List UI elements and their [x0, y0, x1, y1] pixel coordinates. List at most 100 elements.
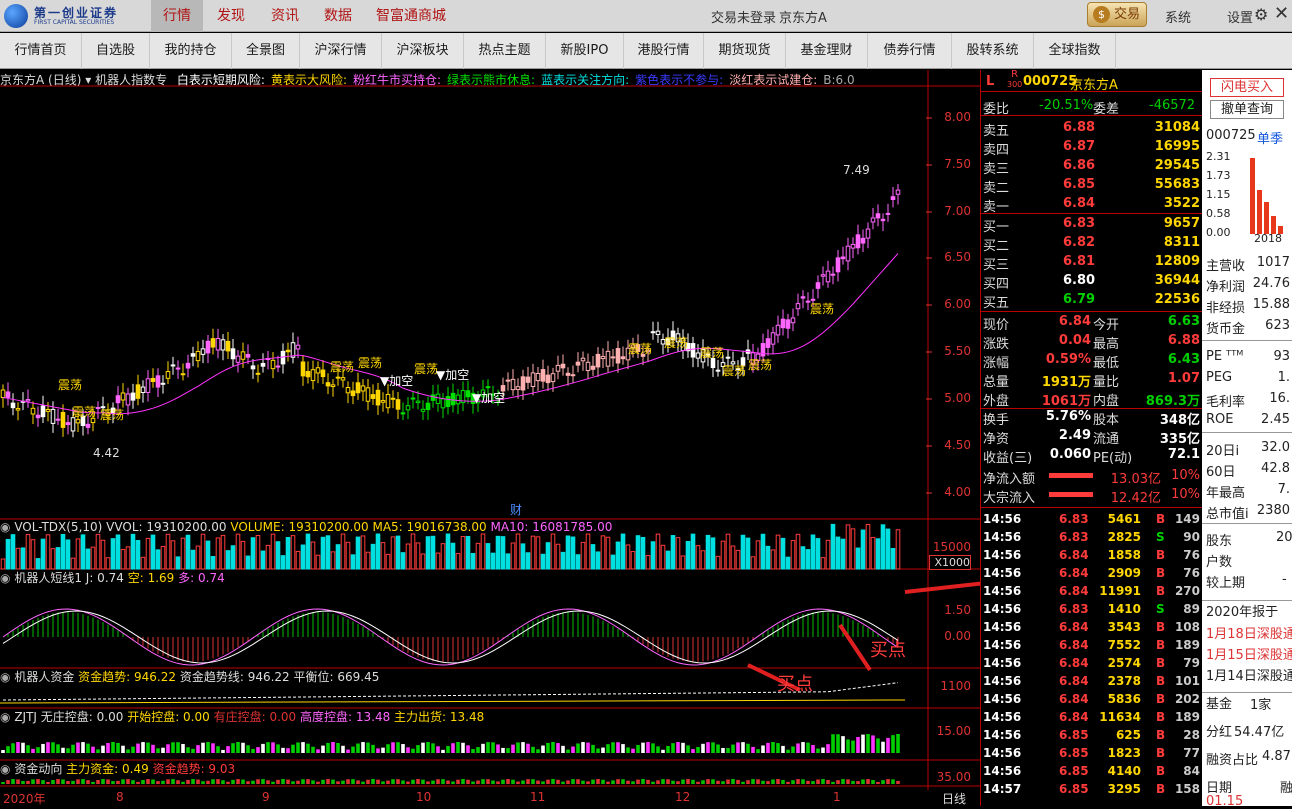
tick-count: 76 [1183, 566, 1200, 580]
quote-row[interactable]: 卖五 6.88 31084 [981, 119, 1203, 139]
f10-item-label: ROE [1206, 412, 1234, 427]
candle-body [415, 400, 421, 404]
zjtj-bar [821, 747, 825, 753]
zjtj-name[interactable]: ZJTJ [14, 710, 37, 724]
nav-market-home[interactable]: 行情首页 [0, 33, 82, 69]
fundflow-bar [446, 780, 450, 784]
f10-report[interactable]: 2020年报于 [1202, 600, 1292, 620]
period-selector[interactable]: 日线 [942, 790, 966, 807]
quote-row-volume: 16995 [1154, 139, 1200, 154]
fundflow-name[interactable]: 资金动向 [14, 762, 62, 776]
f10-notice-2[interactable]: 1月15日深股通 [1206, 644, 1292, 663]
tick-volume: 2909 [1107, 566, 1141, 580]
settings-icon[interactable]: ◉ [0, 571, 10, 585]
nav-futures[interactable]: 期货现货 [704, 33, 786, 69]
chart-canvas[interactable] [0, 70, 980, 806]
annotation-add-short: ▼加空 [436, 368, 470, 382]
quote-row[interactable]: 买三 6.81 12809 [981, 253, 1203, 273]
fundflow-bar [686, 779, 690, 784]
zjtj-bar [361, 742, 365, 753]
f10-fund-label: 基金 [1202, 692, 1292, 712]
robot-ytick-high: 1.50 [944, 603, 971, 617]
nav-ipo[interactable]: 新股IPO [546, 33, 624, 69]
topnav-mall[interactable]: 智富通商城 [369, 0, 453, 32]
volume-bar [640, 536, 646, 570]
nav-panorama[interactable]: 全景图 [232, 33, 300, 69]
nav-global[interactable]: 全球指数 [1034, 33, 1116, 69]
topnav-faxian[interactable]: 发现 [207, 0, 255, 32]
system-menu[interactable]: 系统 [1165, 7, 1191, 26]
fundflow-bar [351, 779, 355, 784]
indicator-name[interactable]: 机器人指数专 [95, 73, 167, 87]
annotation-zhendang: 震荡 [72, 405, 97, 419]
chart-title[interactable]: 京东方A (日线) [0, 73, 81, 87]
volume-bar [775, 534, 781, 570]
nav-watchlist[interactable]: 自选股 [82, 33, 150, 69]
chart-area[interactable] [0, 70, 980, 806]
f10-item-value: 2.45 [1261, 412, 1290, 427]
zjtj-bar [791, 746, 795, 753]
indicator-toggle-icon[interactable]: ▾ [85, 73, 95, 87]
app-logo[interactable]: 第一创业证券 FIRST CAPITAL SECURITIES [4, 3, 144, 29]
volume-bar [160, 545, 166, 570]
topnav-zixun[interactable]: 资讯 [261, 0, 309, 32]
top-bar: 第一创业证券 FIRST CAPITAL SECURITIES 行情 发现 资讯… [0, 0, 1292, 32]
fundflow-ytick: 35.00 [936, 770, 971, 784]
nav-holdings[interactable]: 我的持仓 [150, 33, 232, 69]
candle-body [530, 372, 536, 387]
fundflow-bar [736, 779, 740, 784]
settings-icon[interactable]: ◉ [0, 762, 10, 776]
quote-row[interactable]: 买四 6.80 36944 [981, 272, 1203, 292]
f10-notice-1[interactable]: 1月18日深股通 [1206, 623, 1292, 642]
current-stock-link[interactable]: 京东方A [779, 7, 827, 26]
trade-button[interactable]: $ 交易 [1087, 2, 1147, 27]
volume-bar [350, 554, 356, 570]
settings-icon[interactable]: ◉ [0, 520, 10, 534]
vol-name[interactable]: VOL-TDX(5,10) [14, 520, 102, 534]
f10-quarter[interactable]: 单季 [1257, 128, 1283, 147]
zjtj-bar [211, 743, 215, 753]
stat-label: PE(动) [1093, 451, 1133, 466]
settings-menu[interactable]: 设置 [1227, 7, 1253, 26]
annotation-zhendang: 震荡 [58, 378, 83, 392]
volume-bar [390, 536, 396, 570]
settings-icon[interactable]: ◉ [0, 710, 10, 724]
quote-row[interactable]: 卖一 6.84 3522 [981, 195, 1203, 215]
nav-funds[interactable]: 基金理财 [786, 33, 868, 69]
trade-login-status[interactable]: 交易未登录 [711, 7, 776, 26]
settings-icon[interactable]: ◉ [0, 670, 10, 684]
topnav-shuju[interactable]: 数据 [314, 0, 362, 32]
quote-row[interactable]: 买二 6.82 8311 [981, 234, 1203, 254]
nav-bonds[interactable]: 债券行情 [868, 33, 952, 69]
cancel-query-button[interactable]: 撤单查询 [1210, 100, 1284, 119]
topnav-hangqing[interactable]: 行情 [151, 0, 203, 32]
quote-row[interactable]: 买一 6.83 9657 [981, 215, 1203, 235]
fundflow-bar [636, 779, 640, 784]
secondary-nav: 行情首页 自选股 我的持仓 全景图 沪深行情 沪深板块 热点主题 新股IPO 港… [0, 33, 1292, 69]
quote-row[interactable]: 卖三 6.86 29545 [981, 157, 1203, 177]
flash-buy-button[interactable]: 闪电买入 [1210, 78, 1284, 97]
quote-row[interactable]: 买五 6.79 22536 [981, 291, 1203, 311]
zjtj-bar [56, 744, 60, 753]
nav-neeq[interactable]: 股转系统 [952, 33, 1034, 69]
tick-side: B [1156, 746, 1166, 760]
fundflow-bar [381, 781, 385, 784]
zjtj-bar [401, 744, 405, 753]
nav-sectors[interactable]: 沪深板块 [382, 33, 464, 69]
f10-notice-3[interactable]: 1月14日深股通 [1206, 665, 1292, 684]
candle-body [550, 373, 556, 383]
fundflow-bar [871, 780, 875, 784]
close-icon[interactable]: ✕ [1274, 3, 1289, 24]
finance-marker[interactable]: 财 [510, 501, 522, 518]
robot-fund-name[interactable]: 机器人资金 [14, 670, 74, 684]
gear-icon[interactable]: ⚙ [1254, 5, 1268, 24]
nav-themes[interactable]: 热点主题 [464, 33, 546, 69]
volume-bar [730, 545, 736, 570]
robot-short-name[interactable]: 机器人短线1 [14, 571, 82, 585]
tick-side: B [1156, 692, 1166, 706]
tick-time: 14:56 [983, 620, 1022, 634]
quote-row[interactable]: 卖四 6.87 16995 [981, 138, 1203, 158]
nav-hushen[interactable]: 沪深行情 [300, 33, 382, 69]
quote-row[interactable]: 卖二 6.85 55683 [981, 176, 1203, 196]
nav-hk[interactable]: 港股行情 [624, 33, 704, 69]
